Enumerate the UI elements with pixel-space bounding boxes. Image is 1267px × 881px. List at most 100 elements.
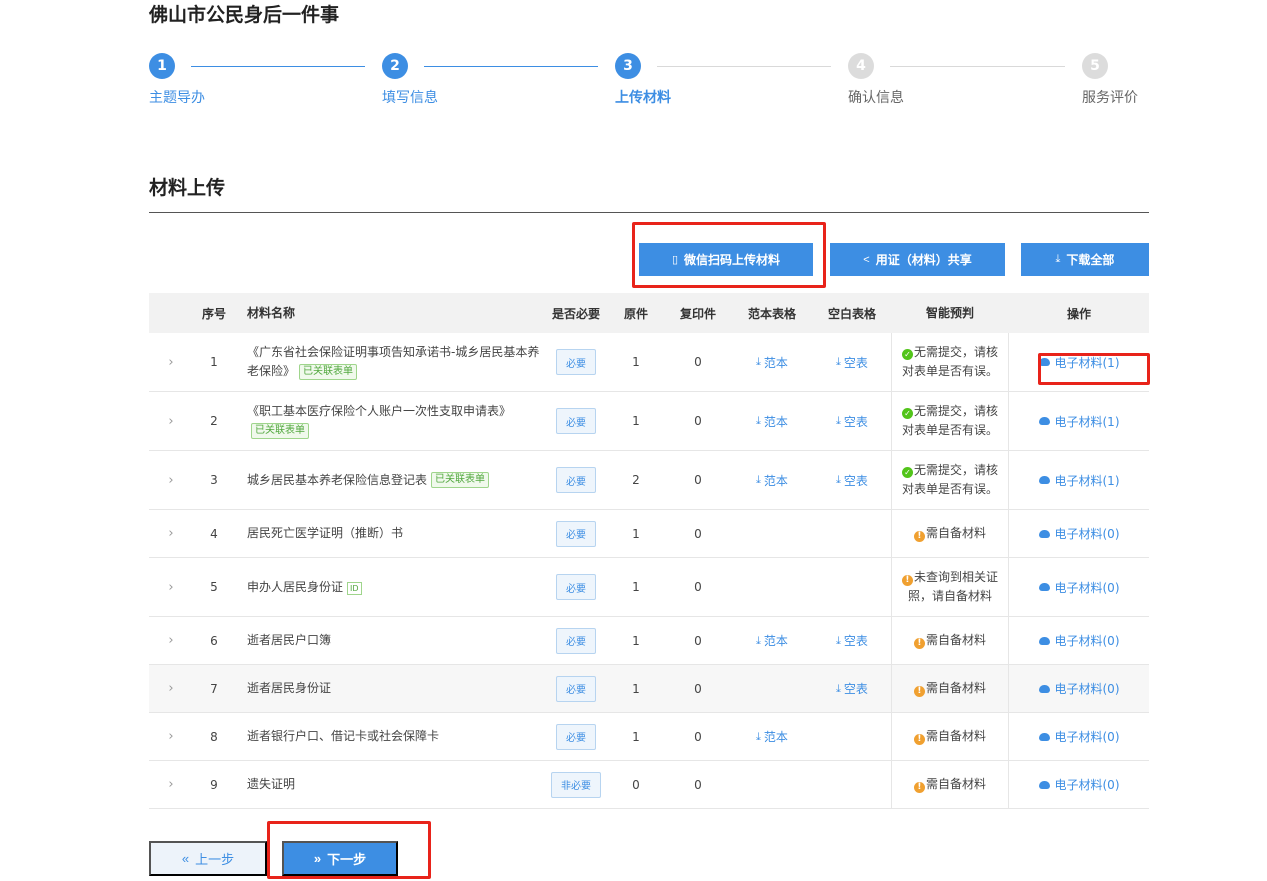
- sample-cell: [731, 761, 813, 808]
- wechat-upload-label: 微信扫码上传材料: [684, 253, 781, 267]
- page-title: 佛山市公民身后一件事: [149, 4, 340, 26]
- smart-judgement-cell: ! 需自备材料: [891, 510, 1009, 557]
- header-required: 是否必要: [551, 306, 600, 321]
- row-number: 2: [210, 414, 218, 428]
- expand-chevron-icon[interactable]: ›: [149, 333, 193, 391]
- required-cell: 必要: [545, 558, 607, 616]
- sample-cell: ⤓ 范本: [731, 617, 813, 664]
- share-material-button[interactable]: < 用证（材料）共享: [830, 243, 1005, 276]
- download-all-button[interactable]: ⤓ 下载全部: [1021, 243, 1149, 276]
- expand-chevron-icon[interactable]: ›: [149, 558, 193, 616]
- step-connector: [657, 66, 831, 67]
- share-icon: <: [863, 253, 870, 266]
- sample-link[interactable]: ⤓ 范本: [756, 354, 788, 371]
- electronic-material-link[interactable]: 电子材料(0): [1038, 632, 1120, 649]
- smart-judgement-cell: ✓ 无需提交，请核对表单是否有误。: [891, 451, 1009, 509]
- step-number: 3: [615, 53, 641, 79]
- copy-count: 0: [694, 355, 702, 369]
- download-icon: ⤓: [1055, 253, 1061, 265]
- expand-chevron-icon[interactable]: ›: [149, 713, 193, 760]
- required-cell: 非必要: [545, 761, 607, 808]
- smart-judgement-cell: ! 需自备材料: [891, 665, 1009, 712]
- expand-chevron-icon[interactable]: ›: [149, 392, 193, 450]
- expand-chevron-icon[interactable]: ›: [149, 761, 193, 808]
- download-icon: ⤓: [836, 414, 841, 427]
- step-2[interactable]: 2 填写信息: [382, 53, 438, 106]
- row-number: 4: [210, 526, 218, 541]
- wechat-upload-button[interactable]: ▯ 微信扫码上传材料: [639, 243, 813, 276]
- smart-judgement-text: 需自备材料: [925, 681, 986, 695]
- step-5: 5 服务评价: [1082, 53, 1138, 106]
- required-badge: 必要: [556, 574, 596, 600]
- expand-chevron-icon[interactable]: ›: [149, 510, 193, 557]
- blank-cell: [813, 713, 891, 760]
- table-row: › 5 申办人居民身份证 ID 必要 1 0! 未查询到相关证照，请自备材料 电子材料(0): [149, 558, 1149, 617]
- linked-form-tag: 已关联表单: [299, 363, 358, 380]
- row-number: 3: [210, 473, 218, 487]
- header-op: 操作: [1066, 306, 1091, 321]
- electronic-material-label: 电子材料(0): [1054, 634, 1120, 648]
- blank-cell: ⤓ 空表: [813, 451, 891, 509]
- sample-link[interactable]: ⤓ 范本: [756, 413, 788, 430]
- row-number: 8: [210, 729, 218, 744]
- electronic-material-link[interactable]: 电子材料(0): [1038, 579, 1120, 596]
- blank-form-link[interactable]: ⤓ 空表: [836, 632, 868, 649]
- electronic-material-label: 电子材料(1): [1054, 414, 1120, 429]
- electronic-material-link[interactable]: 电子材料(0): [1038, 680, 1120, 697]
- electronic-material-label: 电子材料(1): [1054, 473, 1120, 488]
- step-number: 2: [382, 53, 408, 79]
- electronic-material-link[interactable]: 电子材料(0): [1038, 525, 1120, 542]
- material-name: 《广东省社会保险证明事项告知承诺书-城乡居民基本养老保险》: [247, 345, 540, 378]
- linked-form-tag: 已关联表单: [431, 472, 490, 488]
- table-row: › 3 城乡居民基本养老保险信息登记表 已关联表单 必要 2 0 ⤓ 范本 ⤓ 空表 ✓ 无需提交，请核…: [149, 451, 1149, 510]
- expand-header: [149, 293, 193, 333]
- copy-count: 0: [694, 414, 702, 428]
- table-row: › 2 《职工基本医疗保险个人账户一次性支取申请表》已关联表单 必要 1 0 ⤓ 范本 ⤓ 空表 ✓…: [149, 392, 1149, 451]
- smart-judgement-cell: ✓ 无需提交，请核对表单是否有误。: [891, 333, 1009, 391]
- step-3[interactable]: 3 上传材料: [615, 53, 671, 106]
- warning-circle-icon: !: [901, 575, 913, 586]
- expand-chevron-icon[interactable]: ›: [149, 617, 193, 664]
- material-name: 遗失证明: [247, 777, 296, 791]
- op-cell: 电子材料(0): [1009, 665, 1149, 712]
- step-1[interactable]: 1 主题导办: [149, 53, 205, 106]
- blank-form-link[interactable]: ⤓ 空表: [836, 680, 868, 697]
- blank-form-link[interactable]: ⤓ 空表: [836, 354, 868, 371]
- cloud-upload-icon: [1038, 732, 1050, 741]
- sample-cell: ⤓ 范本: [731, 333, 813, 391]
- op-cell: 电子材料(1): [1009, 392, 1149, 450]
- electronic-material-link[interactable]: 电子材料(0): [1038, 728, 1120, 745]
- blank-form-link[interactable]: ⤓ 空表: [836, 472, 868, 489]
- check-circle-icon: ✓: [901, 408, 913, 419]
- next-step-button[interactable]: » 下一步: [282, 841, 398, 876]
- blank-form-link[interactable]: ⤓ 空表: [836, 413, 868, 430]
- smart-judgement-text: 未查询到相关证照，请自备材料: [907, 570, 998, 603]
- sample-link[interactable]: ⤓ 范本: [756, 728, 788, 745]
- step-number: 1: [149, 53, 175, 79]
- expand-chevron-icon[interactable]: ›: [149, 665, 193, 712]
- electronic-material-link[interactable]: 电子材料(1): [1038, 413, 1120, 430]
- warning-circle-icon: !: [913, 686, 925, 697]
- expand-chevron-icon[interactable]: ›: [149, 451, 193, 509]
- step-label: 填写信息: [382, 90, 438, 106]
- blank-form-label: 空表: [843, 355, 868, 370]
- original-count: 1: [632, 729, 640, 744]
- row-number: 6: [210, 633, 218, 648]
- step-4: 4 确认信息: [848, 53, 904, 106]
- step-connector: [191, 66, 365, 67]
- blank-cell: [813, 761, 891, 808]
- smart-judgement-text: 需自备材料: [925, 777, 986, 791]
- cloud-upload-icon: [1038, 476, 1050, 484]
- material-name: 城乡居民基本养老保险信息登记表: [247, 472, 428, 487]
- warning-circle-icon: !: [913, 782, 925, 793]
- sample-cell: ⤓ 范本: [731, 392, 813, 450]
- download-icon: ⤓: [836, 633, 841, 647]
- electronic-material-link[interactable]: 电子材料(1): [1038, 472, 1120, 489]
- copy-count: 0: [694, 777, 702, 792]
- prev-step-button[interactable]: « 上一步: [149, 841, 267, 876]
- sample-link[interactable]: ⤓ 范本: [756, 632, 788, 649]
- download-icon: ⤓: [836, 355, 841, 368]
- sample-link[interactable]: ⤓ 范本: [756, 472, 788, 489]
- material-name-cell: 逝者银行户口、借记卡或社会保障卡: [235, 713, 545, 760]
- electronic-material-link[interactable]: 电子材料(0): [1038, 776, 1120, 793]
